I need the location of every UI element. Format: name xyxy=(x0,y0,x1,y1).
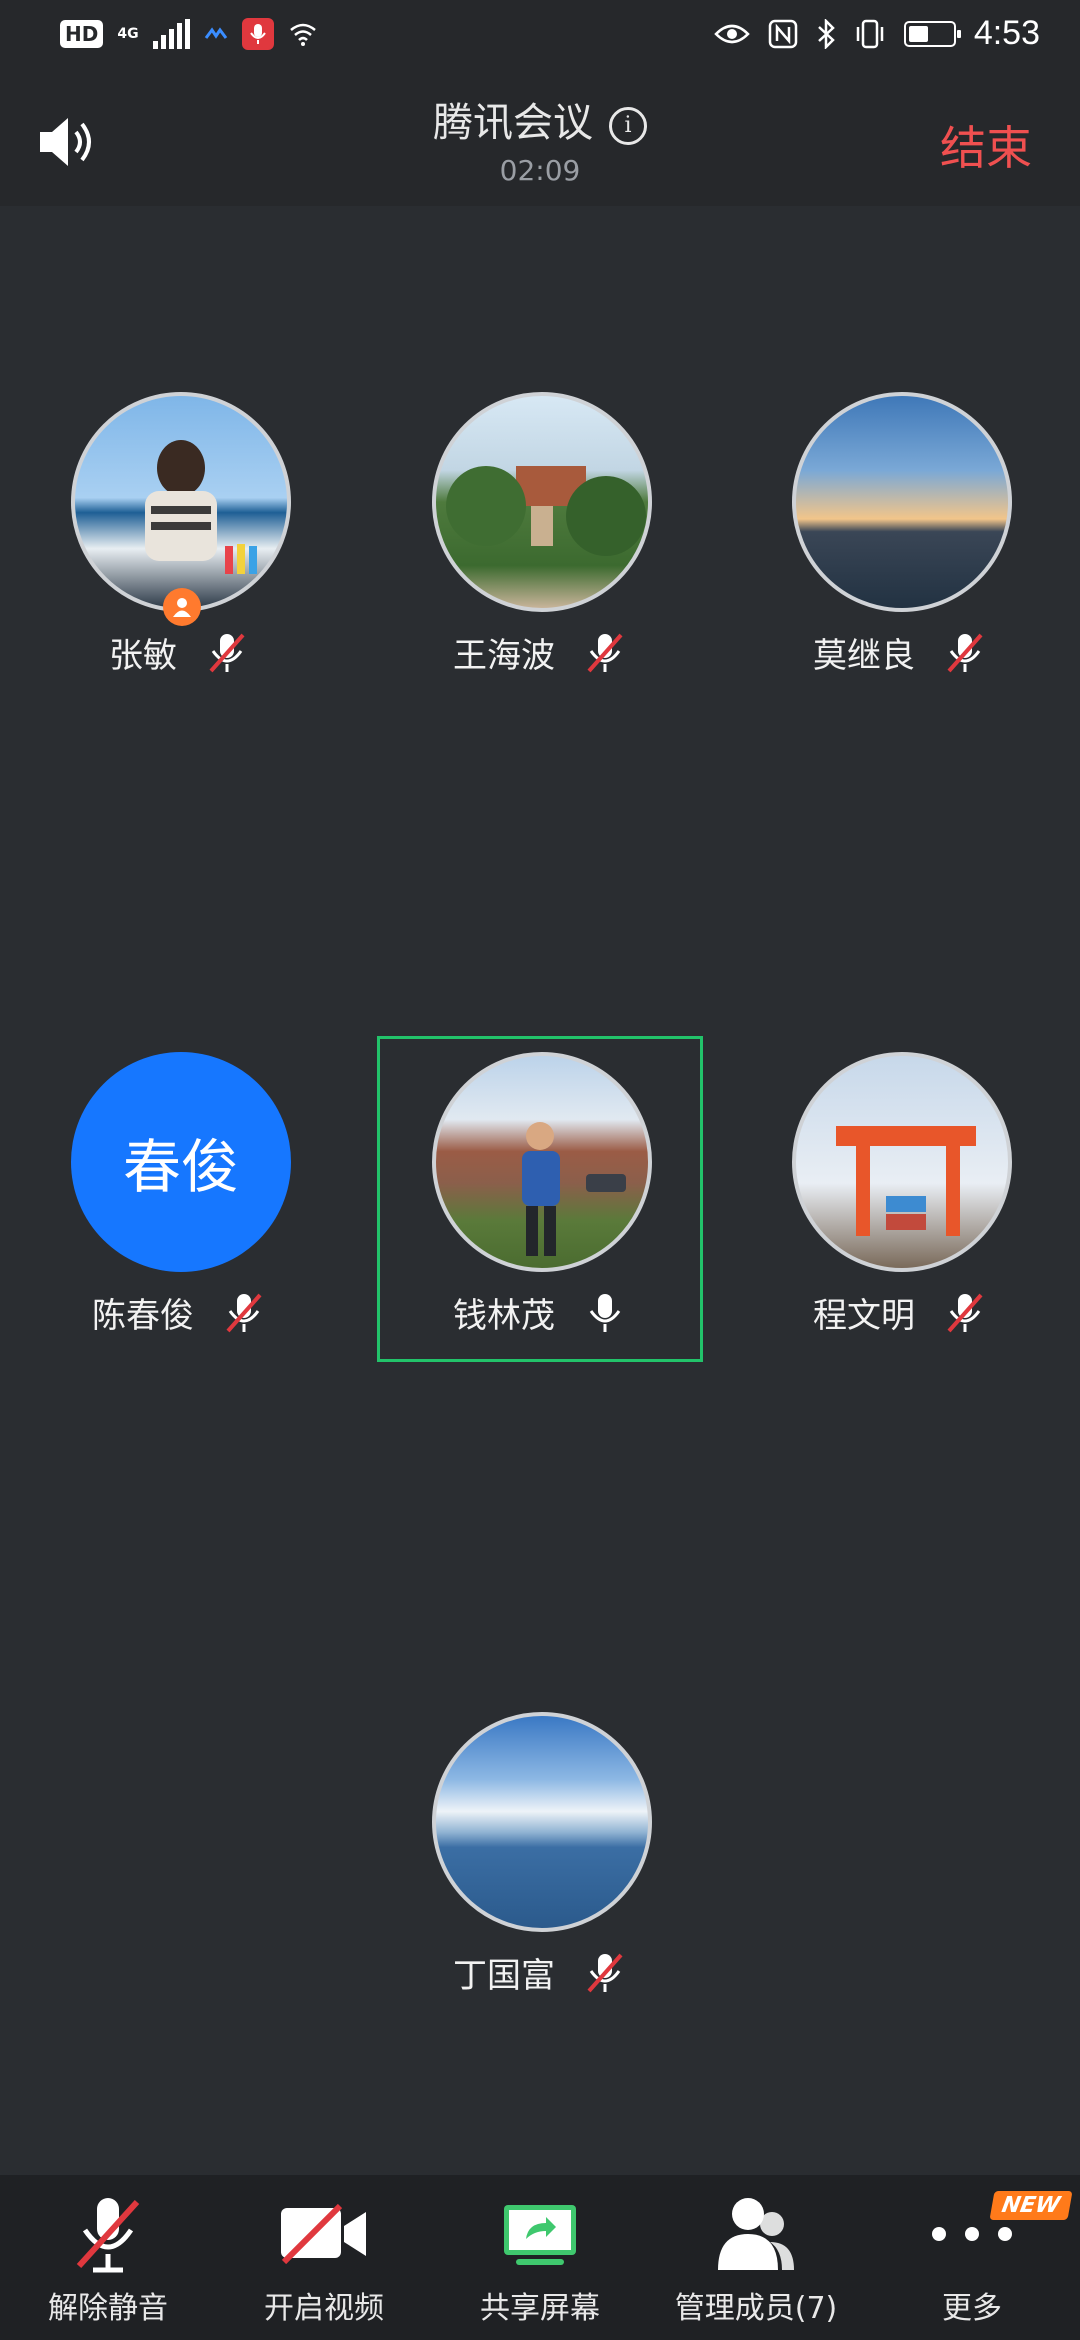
share-screen-button[interactable]: 共享屏幕 xyxy=(440,2189,640,2339)
new-badge: NEW xyxy=(989,2191,1073,2220)
avatar xyxy=(432,1052,652,1272)
avatar xyxy=(792,392,1012,612)
avatar-initials: 春俊 xyxy=(122,1133,239,1201)
avatar xyxy=(71,392,291,612)
member-name: 丁国富 xyxy=(453,1956,555,1996)
more-label: 更多 xyxy=(942,2291,1002,2326)
host-badge-icon xyxy=(163,588,201,626)
status-bar: HD 4G 4:53 xyxy=(0,0,1080,76)
start-video-label: 开启视频 xyxy=(264,2291,384,2326)
member-name-row: 王海波 xyxy=(375,628,705,677)
meeting-header: 腾讯会议 i 02:09 结束 xyxy=(0,76,1080,206)
mic-muted-icon xyxy=(209,633,245,672)
info-icon[interactable]: i xyxy=(609,106,647,145)
share-screen-icon xyxy=(504,2205,576,2265)
member-tile-2[interactable]: 王海波 xyxy=(375,392,705,722)
avatar xyxy=(792,1052,1012,1272)
manage-members-button[interactable]: 管理成员(7) xyxy=(656,2189,856,2339)
mic-muted-icon xyxy=(587,633,623,672)
member-name: 钱林茂 xyxy=(453,1296,555,1336)
mic-active-icon xyxy=(589,1293,621,1332)
member-name: 程文明 xyxy=(813,1296,915,1336)
member-tile-1[interactable]: 张敏 xyxy=(14,392,344,722)
manage-members-label: 管理成员(7) xyxy=(674,2291,838,2326)
bluetooth-icon xyxy=(817,18,835,49)
signal-icon xyxy=(152,19,190,49)
more-icon xyxy=(932,2227,1012,2241)
member-tile-5[interactable]: 钱林茂 xyxy=(375,1052,705,1382)
member-name-row: 莫继良 xyxy=(735,628,1065,677)
member-name: 陈春俊 xyxy=(92,1296,194,1336)
meeting-toolbar: 解除静音 开启视频 共享屏幕 管理成员(7) NEW 更多 xyxy=(0,2175,1080,2340)
members-icon xyxy=(718,2198,794,2270)
clock: 4:53 xyxy=(973,14,1040,52)
member-name-row: 程文明 xyxy=(735,1288,1065,1337)
avatar xyxy=(432,1712,652,1932)
mic-muted-icon xyxy=(947,1293,983,1332)
mic-muted-icon xyxy=(947,633,983,672)
more-button[interactable]: NEW 更多 xyxy=(872,2189,1073,2339)
mic-muted-icon xyxy=(587,1953,623,1992)
app-notification-icon xyxy=(204,27,227,39)
mic-muted-icon xyxy=(226,1293,262,1332)
avatar: 春俊 xyxy=(71,1052,291,1272)
unmute-label: 解除静音 xyxy=(48,2291,168,2326)
start-video-button[interactable]: 开启视频 xyxy=(224,2189,424,2339)
mic-muted-icon xyxy=(76,2198,140,2273)
member-tile-4[interactable]: 春俊 陈春俊 xyxy=(14,1052,344,1382)
member-tile-7[interactable]: 丁国富 xyxy=(375,1712,705,2042)
member-name-row: 陈春俊 xyxy=(14,1288,344,1337)
member-name: 王海波 xyxy=(453,636,555,676)
share-screen-label: 共享屏幕 xyxy=(480,2291,600,2326)
hd-indicator: HD xyxy=(60,20,104,48)
end-meeting-button[interactable]: 结束 xyxy=(940,112,1032,178)
eye-comfort-icon xyxy=(714,24,750,43)
meeting-duration: 02:09 xyxy=(499,154,581,187)
meeting-title-text: 腾讯会议 xyxy=(433,100,593,146)
member-tile-3[interactable]: 莫继良 xyxy=(735,392,1065,722)
vibrate-icon xyxy=(856,19,884,48)
battery-icon xyxy=(903,20,961,47)
member-name: 莫继良 xyxy=(813,636,915,676)
member-name-row: 钱林茂 xyxy=(375,1288,705,1337)
member-name-row: 丁国富 xyxy=(375,1948,705,1997)
meeting-title[interactable]: 腾讯会议 i xyxy=(0,90,1080,148)
avatar xyxy=(432,392,652,612)
member-name-row: 张敏 xyxy=(14,628,344,677)
video-off-icon xyxy=(281,2203,366,2265)
recording-mic-icon xyxy=(241,18,274,50)
nfc-icon xyxy=(768,19,798,48)
wifi-icon xyxy=(289,23,316,46)
network-type: 4G xyxy=(117,26,139,42)
member-tile-6[interactable]: 程文明 xyxy=(735,1052,1065,1382)
member-name: 张敏 xyxy=(109,636,177,676)
unmute-button[interactable]: 解除静音 xyxy=(8,2189,208,2339)
